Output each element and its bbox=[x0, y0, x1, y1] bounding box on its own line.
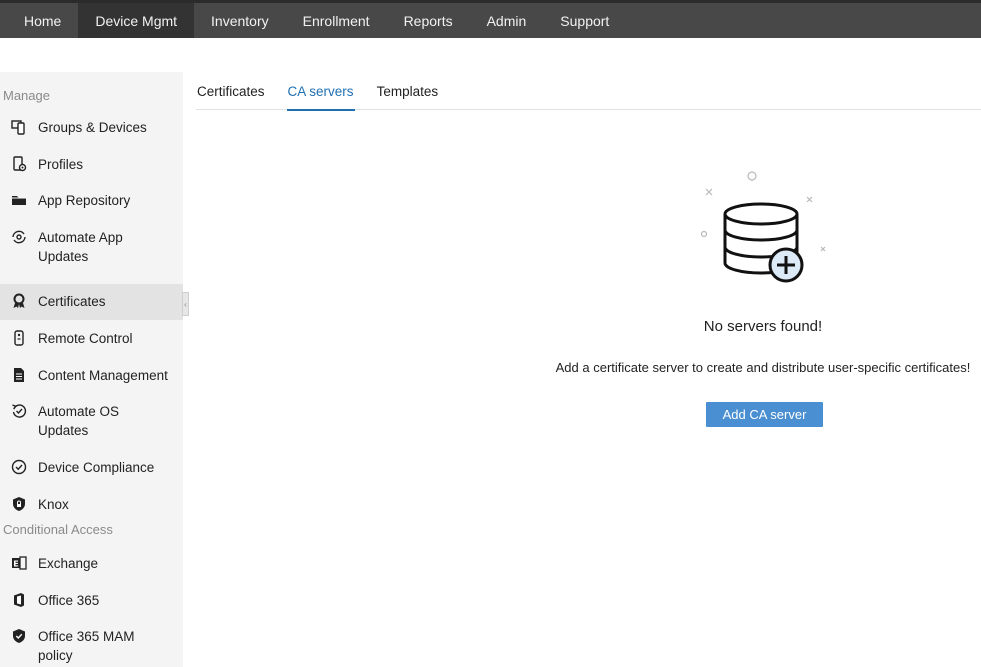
nav-device-mgmt[interactable]: Device Mgmt bbox=[78, 3, 195, 38]
nav-reports[interactable]: Reports bbox=[387, 3, 470, 38]
sidebar-item-label: Profiles bbox=[38, 157, 84, 172]
sidebar-item-automate-os-updates[interactable]: Automate OS Updates bbox=[0, 393, 183, 449]
svg-text:E: E bbox=[13, 559, 18, 568]
os-update-icon bbox=[10, 402, 28, 420]
sidebar-item-automate-app-updates[interactable]: Automate App Updates bbox=[0, 228, 183, 284]
sidebar-item-knox[interactable]: Knox bbox=[0, 486, 183, 519]
sidebar-item-label: Office 365 bbox=[38, 593, 100, 608]
sidebar-item-exchange[interactable]: E Exchange bbox=[0, 554, 183, 591]
sidebar-item-label: Device Compliance bbox=[38, 460, 155, 475]
sidebar-collapse-handle[interactable]: ‹ bbox=[182, 292, 189, 316]
nav-enrollment[interactable]: Enrollment bbox=[286, 3, 387, 38]
tab-bar: Certificates CA servers Templates bbox=[196, 72, 981, 111]
document-icon bbox=[10, 366, 28, 384]
sidebar-item-label: Content Management bbox=[38, 368, 168, 383]
empty-state-title: No servers found! bbox=[703, 318, 823, 335]
sidebar-item-remote-control[interactable]: Remote Control bbox=[0, 320, 183, 357]
sidebar-item-device-compliance[interactable]: Device Compliance bbox=[0, 449, 183, 486]
database-add-icon bbox=[697, 168, 832, 288]
office-icon bbox=[10, 591, 28, 609]
sidebar-item-profiles[interactable]: Profiles bbox=[0, 155, 183, 191]
top-navigation: Home Device Mgmt Inventory Enrollment Re… bbox=[0, 0, 981, 38]
exchange-icon: E bbox=[10, 554, 28, 572]
empty-state-description: Add a certificate server to create and d… bbox=[555, 360, 971, 375]
sidebar-item-certificates[interactable]: Certificates bbox=[0, 284, 183, 320]
nav-support[interactable]: Support bbox=[543, 3, 626, 38]
shield-check-icon bbox=[10, 627, 28, 645]
sidebar-section-manage: Manage bbox=[3, 87, 50, 103]
folder-icon bbox=[10, 191, 28, 209]
sidebar-item-office-365[interactable]: Office 365 bbox=[0, 591, 183, 627]
sidebar-item-label: Remote Control bbox=[38, 331, 133, 346]
remote-icon bbox=[10, 329, 28, 347]
sidebar-item-label: App Repository bbox=[38, 193, 131, 208]
sidebar-item-label: Office 365 MAM policy bbox=[38, 629, 135, 663]
sidebar-item-groups-devices[interactable]: Groups & Devices bbox=[0, 118, 183, 155]
sidebar-item-office-365-mam[interactable]: Office 365 MAM policy bbox=[0, 627, 183, 667]
sync-app-icon bbox=[10, 228, 28, 246]
sidebar-item-label: Exchange bbox=[38, 556, 99, 571]
tab-certificates[interactable]: Certificates bbox=[196, 72, 266, 110]
sidebar-item-app-repository[interactable]: App Repository bbox=[0, 191, 183, 228]
tab-ca-servers[interactable]: CA servers bbox=[286, 72, 355, 111]
devices-icon bbox=[10, 118, 28, 136]
sidebar-item-label: Automate OS Updates bbox=[38, 404, 120, 438]
sidebar: Manage Groups & Devices Profiles App Rep… bbox=[0, 72, 183, 667]
sidebar-item-content-management[interactable]: Content Management bbox=[0, 357, 183, 393]
certificate-icon bbox=[10, 292, 28, 310]
sidebar-item-label: Automate App Updates bbox=[38, 230, 123, 264]
knox-shield-icon bbox=[10, 495, 28, 513]
sidebar-item-label: Certificates bbox=[38, 294, 106, 309]
nav-home[interactable]: Home bbox=[0, 3, 78, 38]
check-circle-icon bbox=[10, 458, 28, 476]
add-ca-server-button[interactable]: Add CA server bbox=[706, 402, 823, 427]
nav-admin[interactable]: Admin bbox=[470, 3, 544, 38]
sidebar-item-label: Knox bbox=[38, 497, 69, 512]
chevron-left-icon: ‹ bbox=[184, 299, 187, 309]
sidebar-section-conditional-access: Conditional Access bbox=[3, 521, 113, 537]
nav-inventory[interactable]: Inventory bbox=[194, 3, 286, 38]
profile-gear-icon bbox=[10, 155, 28, 173]
sidebar-item-label: Groups & Devices bbox=[38, 120, 147, 135]
tab-templates[interactable]: Templates bbox=[376, 72, 440, 110]
